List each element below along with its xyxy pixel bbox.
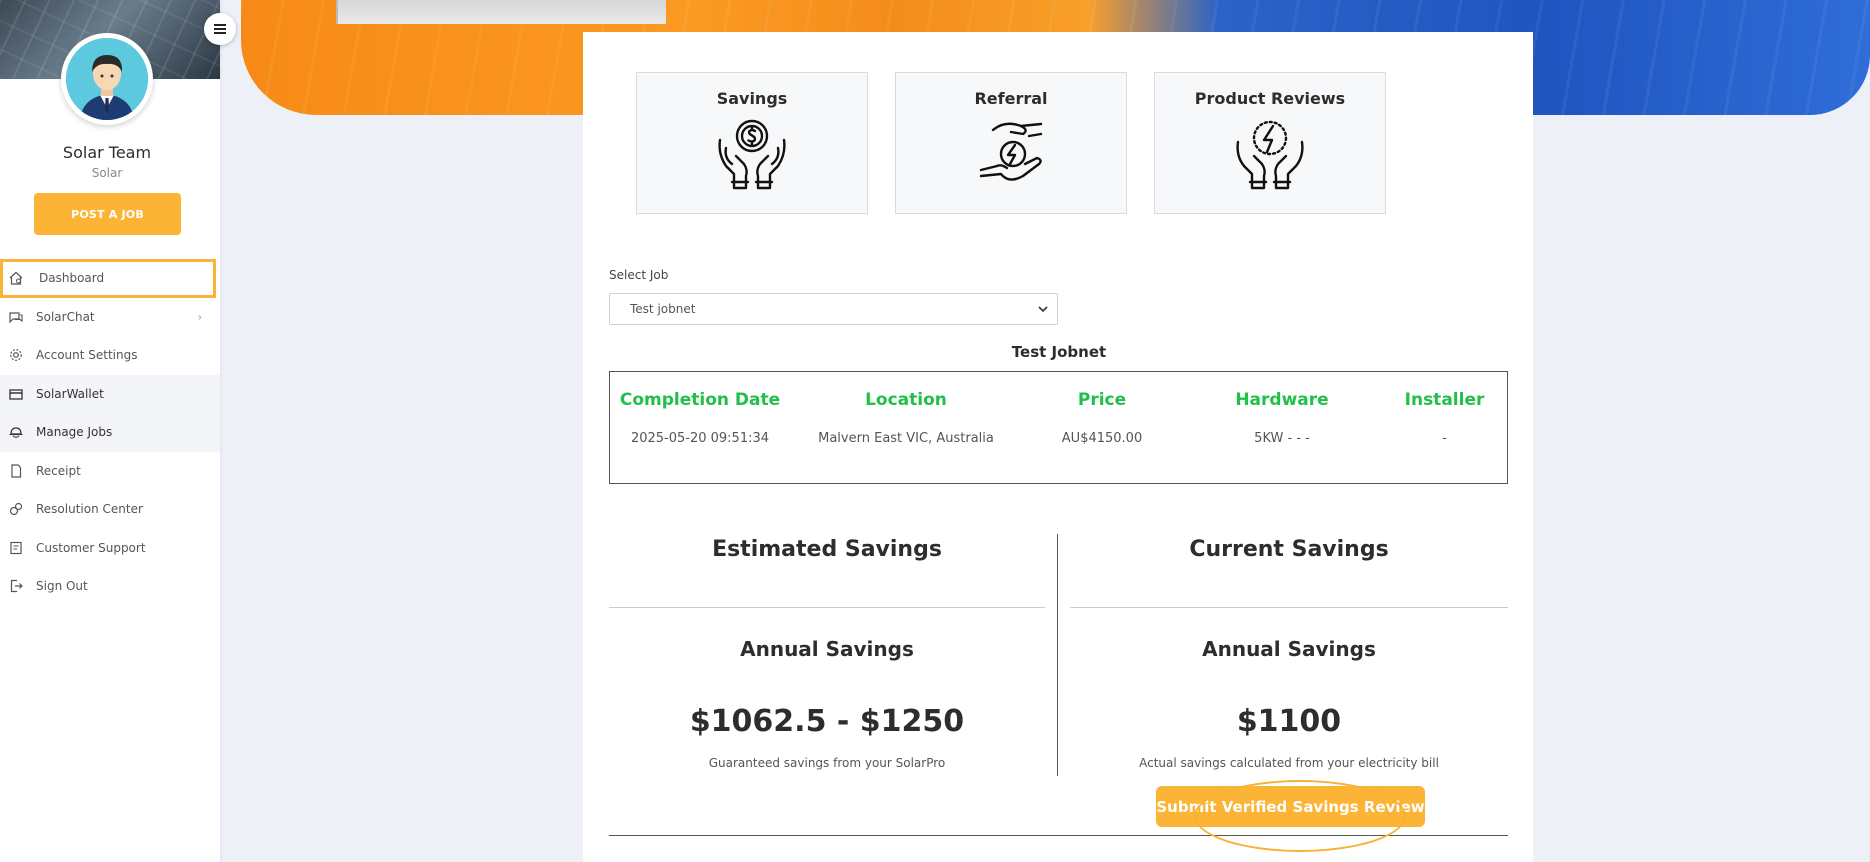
tile-referral[interactable]: Referral	[895, 72, 1127, 214]
table-header: Location	[865, 390, 947, 410]
sidebar-item-label: SolarWallet	[36, 386, 104, 401]
current-annual-savings-label: Annual Savings	[1202, 637, 1376, 661]
sidebar-item-sign-out[interactable]: Sign Out	[0, 567, 220, 606]
tile-title: Referral	[974, 89, 1048, 108]
select-job-dropdown[interactable]: Test jobnet	[609, 293, 1058, 325]
document-icon	[11, 464, 22, 478]
tile-title: Product Reviews	[1194, 89, 1346, 108]
hands-lightning-icon	[1236, 120, 1304, 190]
column-price: Price AU$4150.00	[1022, 372, 1182, 446]
sidebar-item-resolution-center[interactable]: Resolution Center	[0, 490, 220, 529]
current-savings-note: Actual savings calculated from your elec…	[1139, 756, 1439, 770]
divider	[609, 607, 1045, 608]
hands-coin-icon	[718, 119, 786, 190]
home-icon	[9, 271, 23, 285]
estimated-savings-note: Guaranteed savings from your SolarPro	[708, 756, 946, 770]
current-savings-heading: Current Savings	[1189, 537, 1389, 562]
select-job-value: Test jobnet	[630, 302, 696, 316]
current-savings-amount: $1100	[1236, 704, 1342, 739]
sidebar-item-solarwallet[interactable]: SolarWallet	[0, 374, 220, 413]
chevron-right-icon: ›	[197, 310, 202, 324]
column-completion-date: Completion Date 2025-05-20 09:51:34	[610, 372, 790, 446]
estimated-savings-heading: Estimated Savings	[712, 537, 942, 562]
chevron-down-icon	[1038, 306, 1048, 313]
signout-icon	[10, 580, 23, 593]
main-card: Savings Referral Product Reviews Select …	[583, 32, 1533, 862]
table-header: Completion Date	[619, 390, 781, 410]
divider	[1070, 607, 1508, 608]
job-info-table: Completion Date 2025-05-20 09:51:34 Loca…	[609, 371, 1508, 484]
post-job-button[interactable]: POST A JOB	[34, 193, 181, 235]
tile-product-reviews[interactable]: Product Reviews	[1154, 72, 1386, 214]
sidebar-nav: Dashboard SolarChat › Account Settings S…	[0, 259, 220, 606]
sidebar-item-label: Receipt	[36, 463, 81, 478]
sidebar-item-manage-jobs[interactable]: Manage Jobs	[0, 413, 220, 452]
hands-energy-icon	[979, 122, 1043, 181]
column-installer: Installer -	[1382, 372, 1507, 446]
table-header: Price	[1077, 390, 1127, 410]
column-divider	[1057, 534, 1058, 776]
sidebar-item-label: Customer Support	[36, 540, 146, 555]
estimated-annual-savings-label: Annual Savings	[740, 637, 914, 661]
avatar[interactable]	[61, 33, 153, 125]
highlight-annotation	[1194, 780, 1406, 852]
sidebar-item-receipt[interactable]: Receipt	[0, 452, 220, 491]
sidebar-item-customer-support[interactable]: Customer Support	[0, 529, 220, 568]
sidebar-item-label: Sign Out	[36, 579, 88, 594]
sidebar-item-label: SolarChat	[36, 309, 95, 324]
sidebar-item-label: Resolution Center	[36, 502, 143, 517]
hamburger-icon	[214, 24, 226, 34]
sidebar-item-dashboard[interactable]: Dashboard	[0, 259, 216, 298]
column-location: Location Malvern East VIC, Australia	[790, 372, 1022, 446]
sidebar-item-label: Manage Jobs	[36, 425, 113, 440]
chat-icon	[9, 312, 23, 324]
job-title: Test Jobnet	[1011, 343, 1107, 361]
select-job-label: Select Job	[609, 268, 669, 282]
hardhat-icon	[9, 427, 23, 438]
user-name: Solar Team	[62, 143, 152, 162]
table-cell: AU$4150.00	[1061, 431, 1143, 446]
wallet-icon	[9, 389, 23, 400]
table-header: Hardware	[1235, 390, 1329, 410]
table-header: Installer	[1404, 390, 1485, 410]
table-cell: Malvern East VIC, Australia	[818, 431, 994, 446]
sidebar-item-label: Account Settings	[36, 348, 138, 363]
gear-icon	[10, 349, 22, 362]
user-role: Solar	[91, 166, 123, 180]
sidebar-item-label: Dashboard	[39, 271, 105, 286]
sidebar-item-account-settings[interactable]: Account Settings	[0, 336, 220, 375]
estimated-savings-amount: $1062.5 - $1250	[689, 704, 965, 739]
tile-title: Savings	[716, 89, 788, 108]
table-cell: 5KW - - -	[1254, 431, 1310, 446]
support-icon	[10, 541, 22, 554]
column-hardware: Hardware 5KW - - -	[1182, 372, 1382, 446]
sidebar: Solar Team Solar POST A JOB Dashboard So…	[0, 0, 220, 862]
tile-savings[interactable]: Savings	[636, 72, 868, 214]
sidebar-item-solarchat[interactable]: SolarChat ›	[0, 298, 220, 337]
banner-graphic	[336, 0, 666, 24]
menu-toggle-button[interactable]	[204, 13, 236, 45]
table-cell: -	[1442, 431, 1447, 446]
resolution-icon	[9, 503, 23, 516]
table-cell: 2025-05-20 09:51:34	[630, 431, 770, 446]
